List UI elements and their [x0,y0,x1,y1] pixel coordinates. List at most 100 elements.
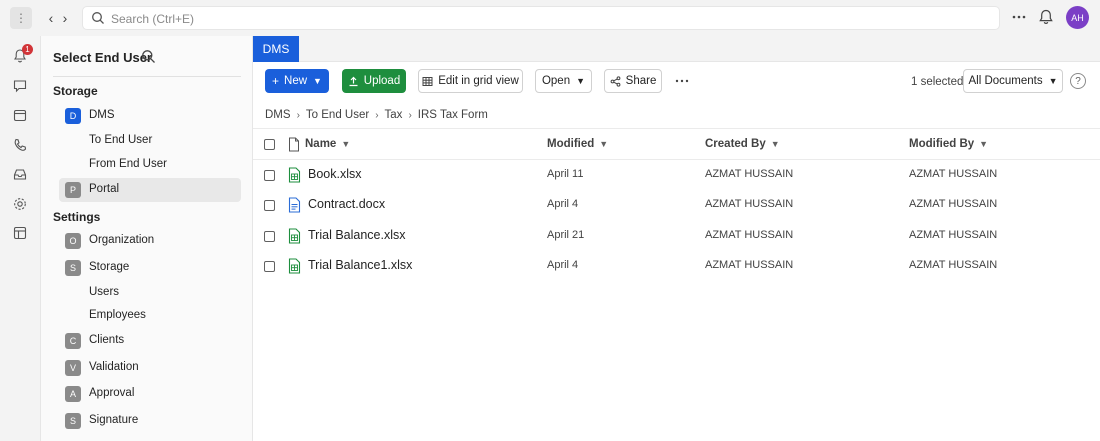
share-button[interactable]: Share [604,69,662,93]
more-options-icon[interactable] [1011,9,1027,25]
open-button[interactable]: Open ▼ [535,69,592,93]
sidebar-item-validation[interactable]: V Validation [59,356,241,380]
column-header-created-by[interactable]: Created By ▼ [705,138,780,150]
app-launcher-icon[interactable]: ⋮ [10,7,32,29]
sidebar-item-users[interactable]: Users [59,281,241,305]
column-modified-label: Modified [547,138,595,150]
file-name[interactable]: Trial Balance1.xlsx [308,258,412,272]
sidebar-item-label: From End User [89,158,167,170]
sidebar-item-label: To End User [89,134,153,146]
sidebar-item-label: Users [89,286,120,298]
chevron-down-icon: ▼ [1048,76,1058,86]
edit-grid-view-label: Edit in grid view [438,75,519,87]
breadcrumb-separator-icon: › [375,109,379,121]
forward-arrow-icon[interactable]: › [58,9,72,27]
sidebar-item-approval[interactable]: A Approval [59,382,241,406]
breadcrumb-separator-icon: › [408,109,412,121]
share-button-label: Share [625,75,657,87]
sidebar-item-label: Portal [89,183,120,195]
breadcrumb-dms[interactable]: DMS [265,109,291,121]
search-input[interactable]: Search (Ctrl+E) [82,6,1000,30]
more-actions-icon[interactable] [674,76,690,86]
modified-by: AZMAT HUSSAIN [909,198,998,210]
select-all-checkbox[interactable] [264,139,275,150]
storage-section-header: Storage [53,84,98,98]
modified-by: AZMAT HUSSAIN [909,229,998,241]
selection-count: 1 selected [911,76,964,88]
table-row[interactable]: Contract.docx April 4 AZMAT HUSSAIN AZMA… [253,190,1100,220]
tab-strip: DMS [253,36,1100,62]
created-by: AZMAT HUSSAIN [705,259,794,271]
main-content: DMS + New ▼ Upload Edit in grid view Ope… [253,36,1100,441]
upload-button-label: Upload [363,75,401,87]
validation-tile: V [65,360,81,376]
phone-icon[interactable] [12,137,28,153]
calendar-icon[interactable] [12,107,28,123]
breadcrumb-irs-tax-form[interactable]: IRS Tax Form [418,109,488,121]
layout-icon[interactable] [12,225,28,241]
sidebar-item-employees[interactable]: Employees [59,304,241,328]
sidebar-item-storage[interactable]: S Storage [59,256,241,280]
created-by: AZMAT HUSSAIN [705,198,794,210]
sidebar-title: Select End User [53,50,152,65]
open-button-label: Open [541,75,571,87]
row-checkbox[interactable] [264,200,275,211]
tab-dms[interactable]: DMS [253,36,299,62]
sidebar-item-organization[interactable]: O Organization [59,229,241,253]
table-row[interactable]: Trial Balance.xlsx April 21 AZMAT HUSSAI… [253,221,1100,251]
upload-button[interactable]: Upload [342,69,406,93]
file-name[interactable]: Book.xlsx [308,167,362,181]
sidebar-item-clients[interactable]: C Clients [59,329,241,353]
row-checkbox[interactable] [264,231,275,242]
sidebar-item-label: Storage [89,261,130,273]
row-checkbox[interactable] [264,261,275,272]
sidebar-item-dms[interactable]: D DMS [59,104,241,128]
upload-icon [349,76,358,86]
breadcrumb-to-end-user[interactable]: To End User [306,109,369,121]
row-checkbox[interactable] [264,170,275,181]
file-name[interactable]: Trial Balance.xlsx [308,228,406,242]
modified-date: April 21 [547,229,585,241]
chevron-down-icon: ▼ [341,139,351,149]
sidebar-item-label: Validation [89,361,139,373]
view-selector-dropdown[interactable]: All Documents ▼ [963,69,1063,93]
word-file-icon [288,197,301,213]
new-button[interactable]: + New ▼ [265,69,329,93]
table-row[interactable]: Book.xlsx April 11 AZMAT HUSSAIN AZMAT H… [253,160,1100,190]
excel-file-icon [288,228,301,244]
column-header-name[interactable]: Name ▼ [305,138,350,150]
settings-gear-icon[interactable] [12,196,28,212]
breadcrumb-tax[interactable]: Tax [385,109,403,121]
breadcrumb: DMS › To End User › Tax › IRS Tax Form [265,108,488,122]
modified-date: April 11 [547,168,584,180]
inbox-icon[interactable] [12,166,28,182]
sidebar-item-portal[interactable]: P Portal [59,178,241,202]
created-by: AZMAT HUSSAIN [705,229,794,241]
chevron-down-icon: ▼ [770,139,780,149]
excel-file-icon [288,167,301,183]
sidebar-divider [53,76,241,77]
back-arrow-icon[interactable]: ‹ [44,9,58,27]
excel-file-icon [288,258,301,274]
user-avatar[interactable]: AH [1066,6,1089,29]
modified-by: AZMAT HUSSAIN [909,168,998,180]
sidebar-item-to-end-user[interactable]: To End User [59,129,241,153]
file-name[interactable]: Contract.docx [308,197,385,211]
edit-grid-view-button[interactable]: Edit in grid view [418,69,523,93]
help-icon[interactable]: ? [1070,73,1086,89]
sidebar-item-from-end-user[interactable]: From End User [59,153,241,177]
table-row[interactable]: Trial Balance1.xlsx April 4 AZMAT HUSSAI… [253,251,1100,281]
table-header: Name ▼ Modified ▼ Created By ▼ Modified By ▼ [253,128,1100,160]
clients-tile: C [65,333,81,349]
chat-icon[interactable] [12,78,28,94]
column-header-modified[interactable]: Modified ▼ [547,138,608,150]
search-icon [92,12,104,24]
column-header-modified-by[interactable]: Modified By ▼ [909,138,988,150]
sidebar-item-signature[interactable]: S Signature [59,409,241,433]
modified-by: AZMAT HUSSAIN [909,259,998,271]
sidebar-item-label: Employees [89,309,146,321]
storage-tile: S [65,260,81,276]
new-button-label: New [284,75,308,87]
search-icon[interactable] [141,49,156,64]
notifications-bell-icon[interactable] [1037,8,1055,26]
